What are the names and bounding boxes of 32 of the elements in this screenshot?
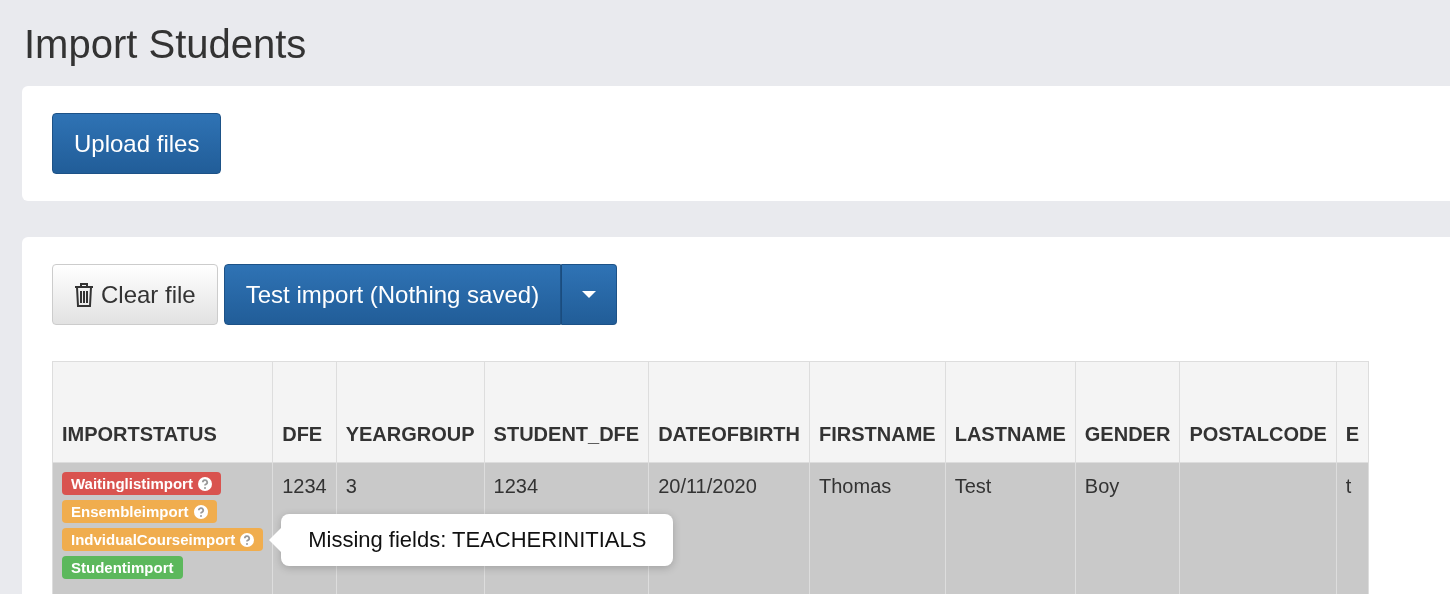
column-header: POSTALCODE — [1179, 361, 1337, 463]
table-cell: t — [1345, 475, 1352, 497]
clear-file-button[interactable]: Clear file — [52, 264, 218, 325]
column-header: E — [1336, 361, 1369, 463]
table-cell: 1234 — [282, 475, 327, 497]
help-icon[interactable] — [193, 504, 208, 519]
table-cell: Test — [954, 475, 992, 497]
table-cell: 3 — [345, 475, 357, 497]
help-icon[interactable] — [197, 476, 212, 491]
help-icon[interactable] — [240, 532, 255, 547]
test-import-button[interactable]: Test import (Nothing saved) — [223, 264, 562, 325]
column-header: GENDER — [1075, 361, 1180, 463]
column-header: YEARGROUP — [336, 361, 485, 463]
caret-icon — [582, 290, 597, 299]
column-header: DATEOFBIRTH — [648, 361, 810, 463]
tooltip-text: Missing fields: TEACHERINITIALS — [308, 526, 647, 552]
page-title: Import Students — [24, 21, 308, 68]
status-label: Studentimport — [62, 556, 183, 579]
table-cell: 1234 — [493, 475, 539, 497]
column-header: FIRSTNAME — [809, 361, 946, 463]
table-cell: 20/11/2020 — [658, 475, 757, 497]
dropdown-button[interactable] — [561, 264, 618, 325]
column-header: DFE — [272, 361, 337, 463]
upload-button[interactable]: Upload files — [52, 113, 222, 174]
column-header: IMPORTSTATUS — [52, 361, 273, 463]
table-cell: Boy — [1084, 475, 1120, 497]
table-cell: Thomas — [819, 475, 892, 497]
status-label: Waitinglistimport — [62, 472, 221, 495]
status-label: Ensembleimport — [62, 500, 217, 523]
trash-icon — [74, 282, 94, 307]
column-header: STUDENT_DFE — [484, 361, 649, 463]
column-header: LASTNAME — [945, 361, 1076, 463]
